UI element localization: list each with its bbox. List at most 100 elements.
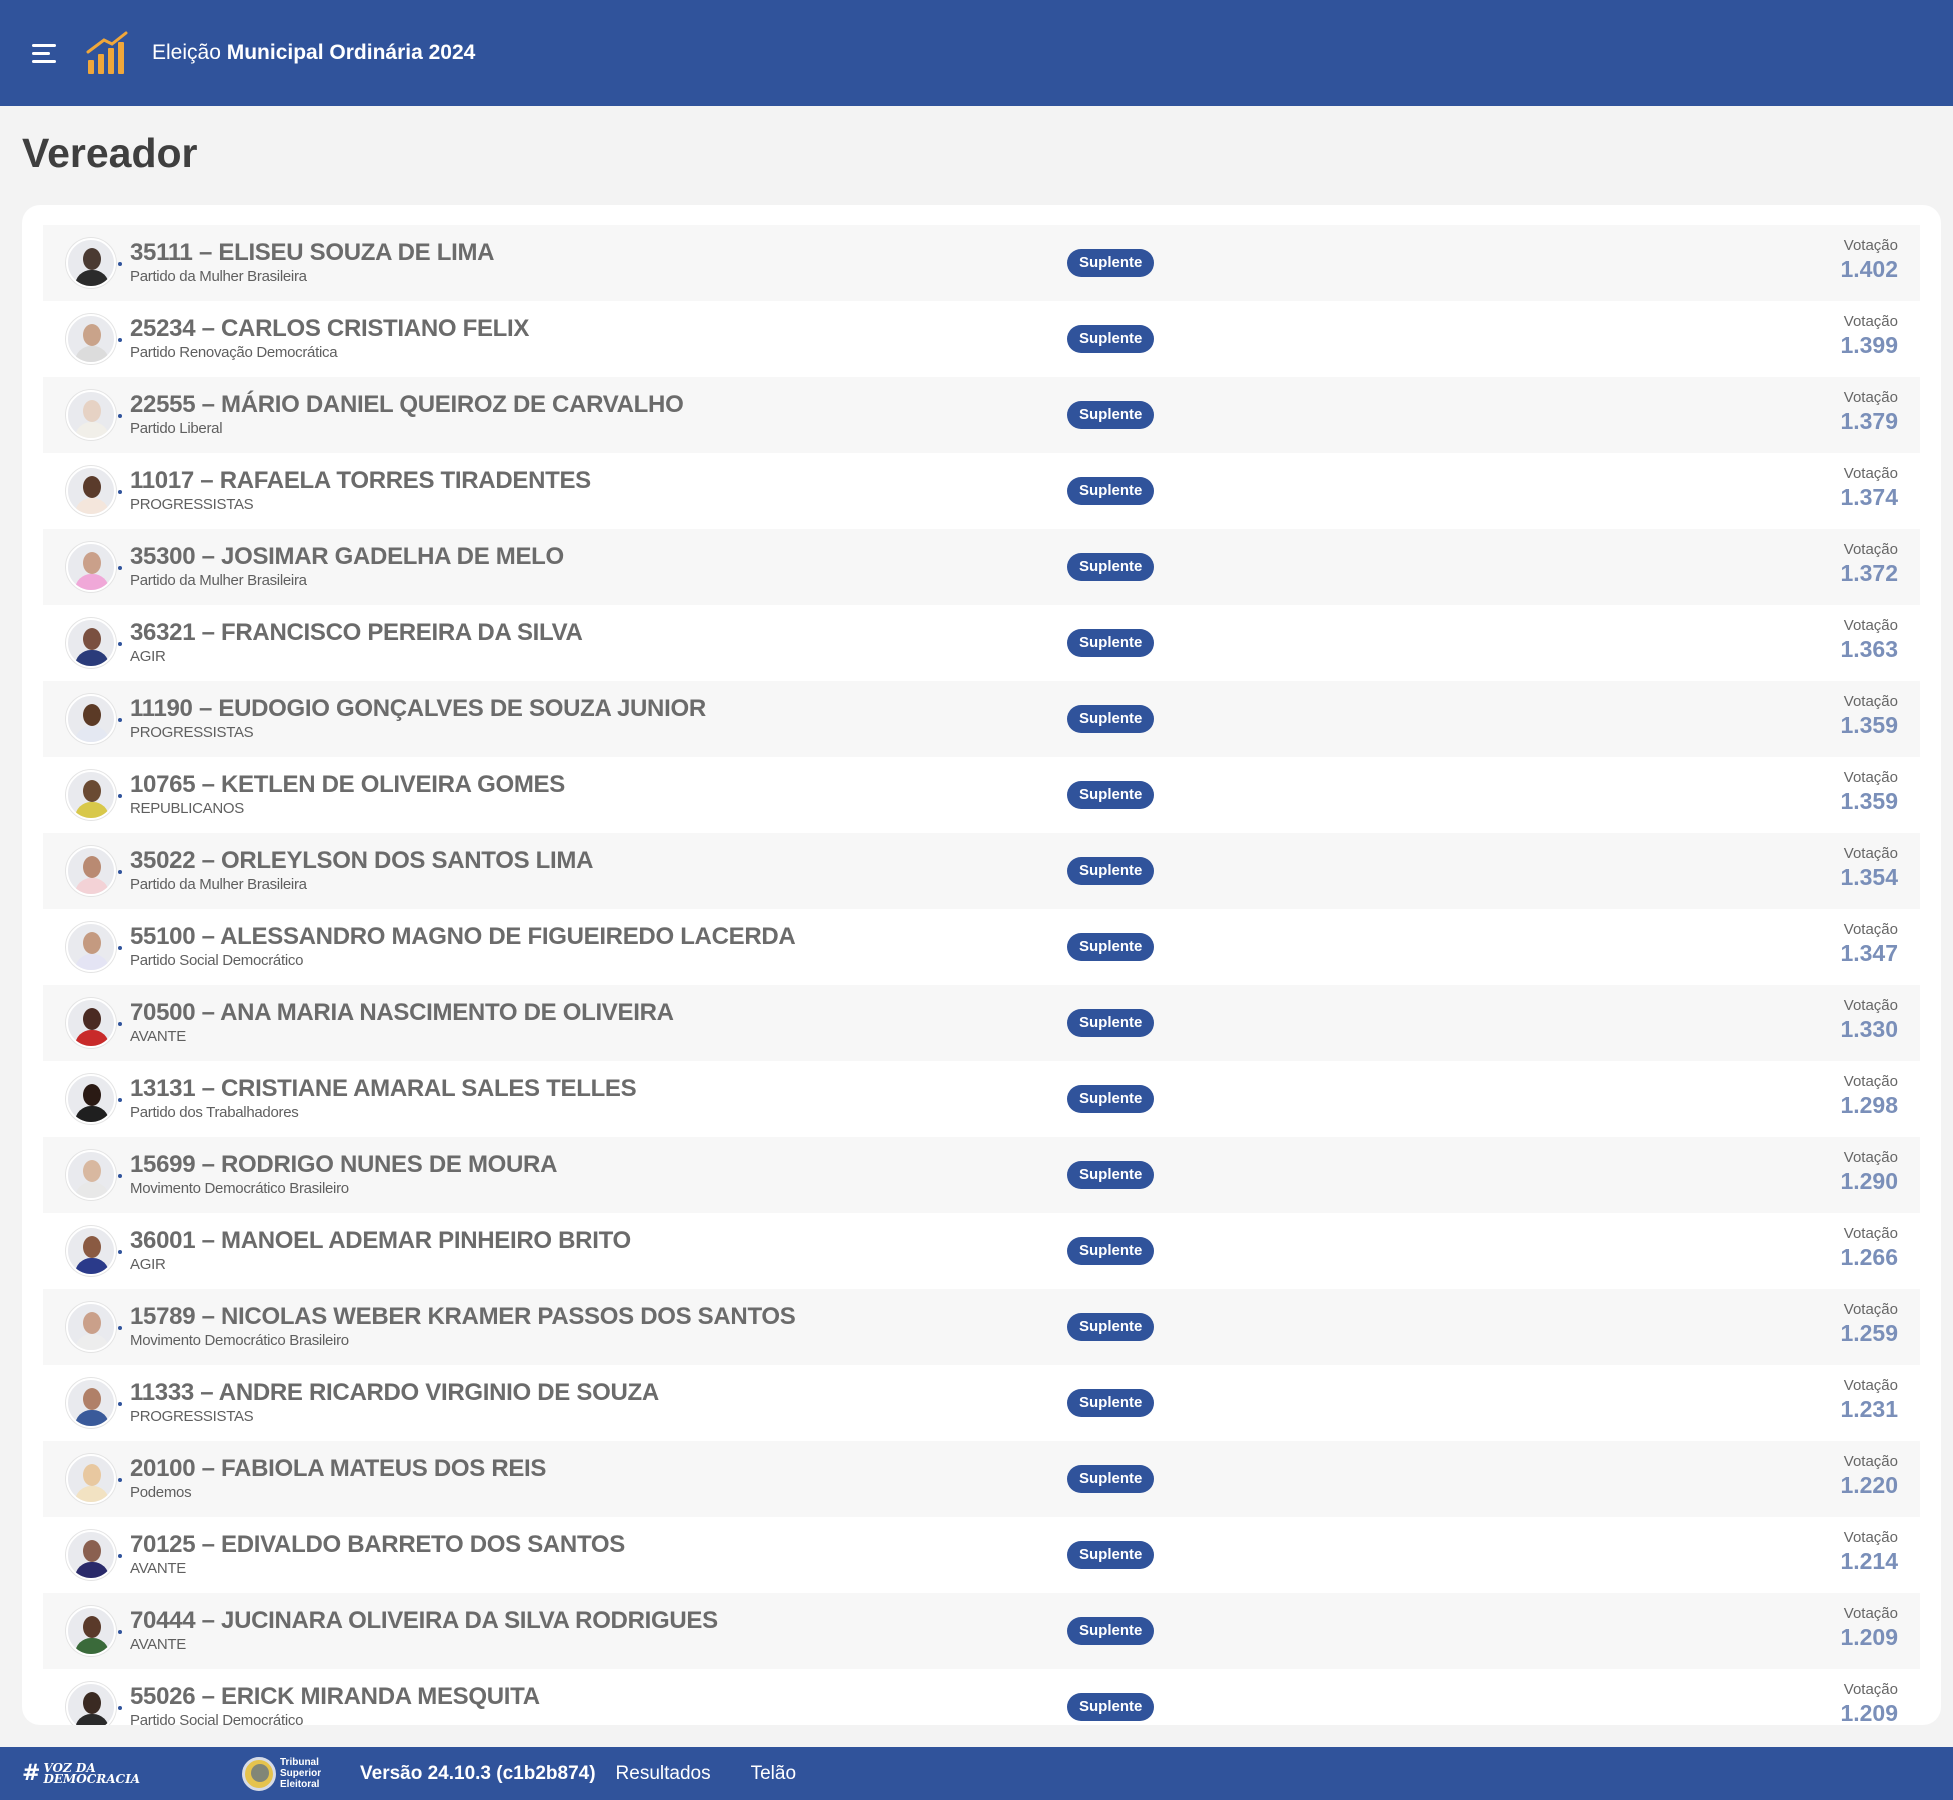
status-badge: Suplente <box>1067 325 1155 353</box>
vote-count: Votação 1.214 <box>1840 1529 1898 1575</box>
candidate-row[interactable]: 22555 – MÁRIO DANIEL QUEIROZ DE CARVALHO… <box>43 377 1920 453</box>
status-dot-icon <box>118 794 122 798</box>
candidate-name: 70500 – ANA MARIA NASCIMENTO DE OLIVEIRA <box>130 999 674 1026</box>
status-badge: Suplente <box>1067 1693 1155 1721</box>
footer-link-resultados[interactable]: Resultados <box>616 1763 711 1785</box>
votes-label: Votação <box>1843 389 1898 406</box>
candidate-party: AGIR <box>130 1256 166 1273</box>
votes-value: 1.363 <box>1840 636 1898 662</box>
candidate-row[interactable]: 25234 – CARLOS CRISTIANO FELIX Partido Re… <box>43 301 1920 377</box>
status-badge: Suplente <box>1067 933 1155 961</box>
candidate-row[interactable]: 36001 – MANOEL ADEMAR PINHEIRO BRITO AGIR… <box>43 1213 1920 1289</box>
candidate-row[interactable]: 13131 – CRISTIANE AMARAL SALES TELLES Par… <box>43 1061 1920 1137</box>
votes-label: Votação <box>1843 1301 1898 1318</box>
status-badge: Suplente <box>1067 1009 1155 1037</box>
candidate-party: Partido Social Democrático <box>130 1712 304 1725</box>
status-dot-icon <box>118 718 122 722</box>
candidate-row[interactable]: 20100 – FABIOLA MATEUS DOS REIS Podemos Su… <box>43 1441 1920 1517</box>
candidate-row[interactable]: 15699 – RODRIGO NUNES DE MOURA Movimento … <box>43 1137 1920 1213</box>
status-badge: Suplente <box>1067 1617 1155 1645</box>
vote-count: Votação 1.399 <box>1840 313 1898 359</box>
status-dot-icon <box>118 1554 122 1558</box>
candidate-party: Partido Social Democrático <box>130 952 304 969</box>
voz-da-democracia-logo: # VOZ DA DEMOCRACIA <box>22 1760 141 1786</box>
candidate-info: 36001 – MANOEL ADEMAR PINHEIRO BRITO AGIR <box>130 1227 1030 1275</box>
candidate-name: 11017 – RAFAELA TORRES TIRADENTES <box>130 467 591 494</box>
candidate-photo <box>66 1530 116 1580</box>
votes-label: Votação <box>1843 769 1898 786</box>
votes-value: 1.231 <box>1840 1396 1898 1422</box>
candidate-info: 55026 – ERICK MIRANDA MESQUITA Partido So… <box>130 1683 1030 1725</box>
status-dot-icon <box>118 1326 122 1330</box>
tse-logo: Tribunal Superior Eleitoral <box>242 1756 328 1791</box>
votes-label: Votação <box>1843 693 1898 710</box>
status-badge: Suplente <box>1067 477 1155 505</box>
candidate-info: 11333 – ANDRE RICARDO VIRGINIO DE SOUZA P… <box>130 1379 1030 1427</box>
votes-value: 1.399 <box>1840 332 1898 358</box>
candidate-row[interactable]: 70500 – ANA MARIA NASCIMENTO DE OLIVEIRA… <box>43 985 1920 1061</box>
candidate-row[interactable]: 55026 – ERICK MIRANDA MESQUITA Partido So… <box>43 1669 1920 1725</box>
vote-count: Votação 1.220 <box>1840 1453 1898 1499</box>
candidate-photo <box>66 466 116 516</box>
vote-count: Votação 1.330 <box>1840 997 1898 1043</box>
candidate-photo <box>66 694 116 744</box>
votes-value: 1.214 <box>1840 1548 1898 1574</box>
votes-value: 1.374 <box>1840 484 1898 510</box>
votes-value: 1.259 <box>1840 1320 1898 1346</box>
candidate-row[interactable]: 35300 – JOSIMAR GADELHA DE MELO Partido d… <box>43 529 1920 605</box>
vote-count: Votação 1.209 <box>1840 1681 1898 1725</box>
footer-bar: # VOZ DA DEMOCRACIA Tribunal Superior El… <box>0 1747 1953 1800</box>
hamburger-menu-icon[interactable] <box>32 43 56 63</box>
candidate-row[interactable]: 15789 – NICOLAS WEBER KRAMER PASSOS DOS … <box>43 1289 1920 1365</box>
candidate-info: 15699 – RODRIGO NUNES DE MOURA Movimento … <box>130 1151 1030 1199</box>
votes-value: 1.290 <box>1840 1168 1898 1194</box>
footer-link-telao[interactable]: Telão <box>751 1763 796 1785</box>
candidate-row[interactable]: 35111 – ELISEU SOUZA DE LIMA Partido da M… <box>43 225 1920 301</box>
vote-count: Votação 1.231 <box>1840 1377 1898 1423</box>
candidate-row[interactable]: 11017 – RAFAELA TORRES TIRADENTES PROGRES… <box>43 453 1920 529</box>
candidate-party: Partido dos Trabalhadores <box>130 1104 299 1121</box>
vote-count: Votação 1.209 <box>1840 1605 1898 1651</box>
candidate-info: 22555 – MÁRIO DANIEL QUEIROZ DE CARVALHO… <box>130 391 1030 439</box>
candidate-row[interactable]: 55100 – ALESSANDRO MAGNO DE FIGUEIREDO L… <box>43 909 1920 985</box>
votes-value: 1.298 <box>1840 1092 1898 1118</box>
candidate-info: 35111 – ELISEU SOUZA DE LIMA Partido da M… <box>130 239 1030 287</box>
candidate-info: 35022 – ORLEYLSON DOS SANTOS LIMA Partido… <box>130 847 1030 895</box>
candidate-photo <box>66 770 116 820</box>
candidate-name: 13131 – CRISTIANE AMARAL SALES TELLES <box>130 1075 637 1102</box>
status-badge: Suplente <box>1067 1465 1155 1493</box>
candidate-name: 55100 – ALESSANDRO MAGNO DE FIGUEIREDO L… <box>130 923 796 950</box>
status-dot-icon <box>118 1098 122 1102</box>
candidate-row[interactable]: 11333 – ANDRE RICARDO VIRGINIO DE SOUZA P… <box>43 1365 1920 1441</box>
votes-label: Votação <box>1843 237 1898 254</box>
candidate-row[interactable]: 11190 – EUDOGIO GONÇALVES DE SOUZA JUNIO… <box>43 681 1920 757</box>
status-badge: Suplente <box>1067 401 1155 429</box>
candidate-photo <box>66 1226 116 1276</box>
votes-value: 1.209 <box>1840 1624 1898 1650</box>
candidate-row[interactable]: 70125 – EDIVALDO BARRETO DOS SANTOS AVANT… <box>43 1517 1920 1593</box>
status-badge: Suplente <box>1067 1389 1155 1417</box>
bar-chart-logo-icon <box>86 31 128 74</box>
candidate-row[interactable]: 36321 – FRANCISCO PEREIRA DA SILVA AGIR Su… <box>43 605 1920 681</box>
candidate-photo <box>66 238 116 288</box>
candidate-party: Podemos <box>130 1484 192 1501</box>
votes-value: 1.359 <box>1840 788 1898 814</box>
candidate-name: 70444 – JUCINARA OLIVEIRA DA SILVA RODRI… <box>130 1607 718 1634</box>
candidate-row[interactable]: 35022 – ORLEYLSON DOS SANTOS LIMA Partido… <box>43 833 1920 909</box>
candidate-party: REPUBLICANOS <box>130 800 244 817</box>
candidate-row[interactable]: 70444 – JUCINARA OLIVEIRA DA SILVA RODRI… <box>43 1593 1920 1669</box>
candidate-photo <box>66 998 116 1048</box>
status-badge: Suplente <box>1067 249 1155 277</box>
candidate-info: 10765 – KETLEN DE OLIVEIRA GOMES REPUBLIC… <box>130 771 1030 819</box>
candidate-photo <box>66 846 116 896</box>
candidate-name: 36001 – MANOEL ADEMAR PINHEIRO BRITO <box>130 1227 631 1254</box>
votes-label: Votação <box>1843 1377 1898 1394</box>
version-text: Versão 24.10.3 (c1b2b874) <box>360 1762 596 1784</box>
votes-label: Votação <box>1843 1453 1898 1470</box>
vote-count: Votação 1.359 <box>1840 693 1898 739</box>
vote-count: Votação 1.363 <box>1840 617 1898 663</box>
candidate-row[interactable]: 10765 – KETLEN DE OLIVEIRA GOMES REPUBLIC… <box>43 757 1920 833</box>
candidate-name: 35022 – ORLEYLSON DOS SANTOS LIMA <box>130 847 594 874</box>
candidate-party: PROGRESSISTAS <box>130 496 254 513</box>
status-dot-icon <box>118 338 122 342</box>
